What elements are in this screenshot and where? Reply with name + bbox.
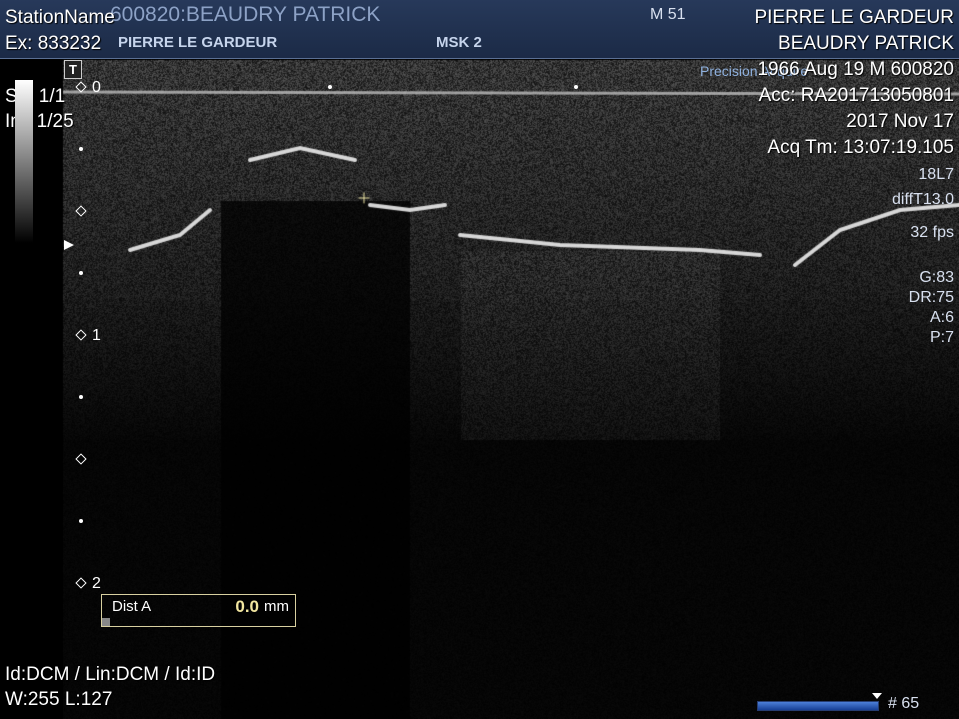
patient-name: BEAUDRY PATRICK (778, 33, 954, 54)
dicom-ids: Id:DCM / Lin:DCM / Id:ID (5, 664, 216, 685)
window-level: W:255 L:127 (5, 689, 113, 710)
mode-badge: M 51 (650, 6, 686, 23)
cine-position-marker-icon[interactable] (872, 693, 882, 699)
study-date: 2017 Nov 17 (846, 111, 954, 132)
exam-number: Ex: 833232 (5, 33, 102, 54)
text-tool-icon[interactable]: T (64, 60, 82, 79)
measurement-box[interactable]: Dist A 0.0 mm (101, 594, 296, 627)
focal-dot (328, 85, 332, 89)
patient-dob-sex-id: 1966 Aug 19 M 600820 (757, 59, 954, 80)
dynamic-range-value: DR:75 (908, 289, 954, 306)
station-name: StationName (5, 7, 115, 28)
preset-label: diffT13.0 (892, 191, 954, 208)
a-value: A:6 (929, 309, 954, 326)
depth-label: 0 (92, 79, 101, 96)
depth-minor-tick (79, 271, 83, 275)
measurement-unit: mm (264, 598, 289, 615)
patient-banner: 600820:BEAUDRY PATRICK (110, 3, 381, 26)
study-label: MSK 2 (436, 34, 482, 51)
measurement-value: 0.0 (235, 597, 259, 616)
gain-value: G:83 (919, 269, 954, 286)
focus-marker-icon (64, 240, 74, 250)
measurement-handle-icon[interactable] (102, 618, 110, 626)
p-value: P:7 (929, 329, 954, 346)
physician-ghost-text: PIERRE LE GARDEUR (118, 34, 278, 51)
focal-dot (574, 85, 578, 89)
probe-label: 18L7 (918, 166, 954, 183)
frame-rate: 32 fps (910, 224, 954, 241)
frame-counter: # 65 (888, 695, 920, 712)
acquisition-time: Acq Tm: 13:07:19.105 (767, 137, 954, 158)
measurement-label: Dist A (112, 598, 152, 615)
physician-name: PIERRE LE GARDEUR (754, 7, 954, 28)
depth-minor-tick (79, 519, 83, 523)
depth-minor-tick (79, 147, 83, 151)
depth-label: 2 (92, 575, 101, 592)
depth-minor-tick (79, 395, 83, 399)
cine-scroll-bar[interactable] (757, 701, 879, 711)
depth-label: 1 (92, 327, 101, 344)
grayscale-bar (15, 80, 33, 243)
accession-number: Acc: RA201713050801 (758, 85, 954, 106)
